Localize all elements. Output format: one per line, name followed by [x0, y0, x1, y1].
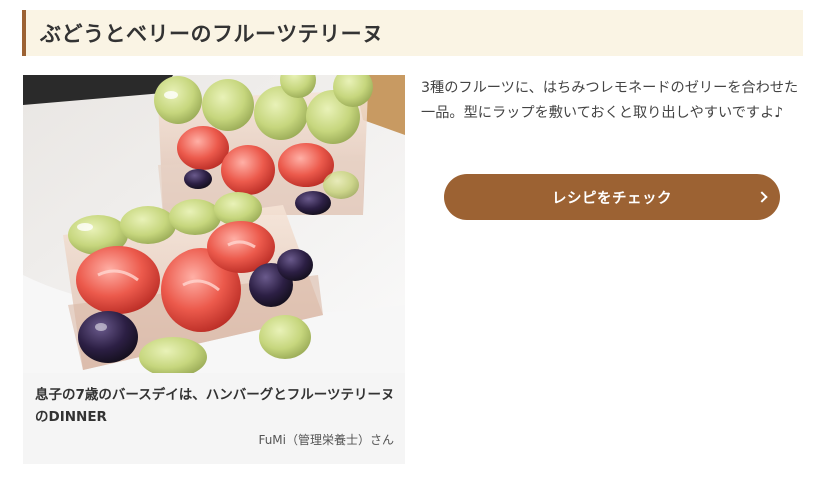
recipe-card[interactable]: 息子の7歳のバースデイは、ハンバーグとフルーツテリーヌのDINNER FuMi（… [23, 75, 405, 464]
section-title: ぶどうとベリーのフルーツテリーヌ [40, 22, 384, 46]
check-recipe-button-label: レシピをチェック [552, 190, 672, 207]
recipe-card-caption[interactable]: 息子の7歳のバースデイは、ハンバーグとフルーツテリーヌのDINNER [35, 384, 399, 428]
recipe-author: FuMi（管理栄養士）さん [258, 433, 394, 447]
recipe-photo[interactable] [23, 75, 405, 373]
check-recipe-button[interactable]: レシピをチェック [444, 174, 780, 220]
fruit-terrine-image [23, 75, 405, 373]
recipe-description: 3種のフルーツに、はちみつレモネードのゼリーを合わせた一品。型にラップを敷いてお… [421, 80, 799, 121]
section-header: ぶどうとベリーのフルーツテリーヌ [22, 10, 803, 56]
chevron-right-icon [756, 191, 768, 203]
